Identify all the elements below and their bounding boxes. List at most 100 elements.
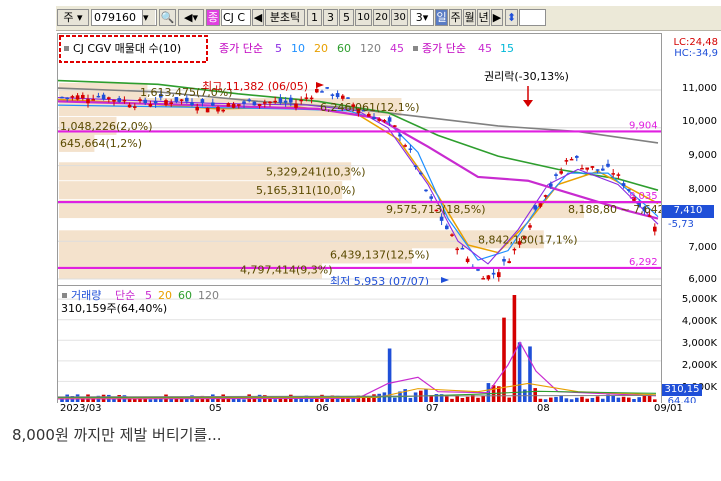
volume-axis: 5,000K 4,000K 3,000K 2,000K 1,000K 310,1…: [662, 285, 721, 407]
candle-body: [424, 189, 428, 192]
vol-tick-4000k: 4,000K: [681, 316, 717, 327]
volume-bar: [559, 395, 563, 402]
interval-button-5[interactable]: 5: [339, 9, 354, 26]
candle-body: [569, 158, 574, 161]
candle-body: [346, 97, 350, 99]
arrow-up-down-icon: ⬍: [506, 11, 517, 24]
speaker-dropdown[interactable]: ◀▾: [178, 9, 204, 26]
candle-body: [502, 259, 506, 262]
tick-type-button[interactable]: 분초틱: [265, 9, 305, 26]
y-tick-8000: 8,000: [688, 184, 717, 195]
stock-chart-window: 주 ▾ 079160 ▾ 🔍 ◀▾ 종 CJ C ◀ 분초틱 1 3 5 10 …: [56, 6, 721, 416]
volume-bar: [637, 397, 641, 402]
support-line-label: 9,904: [629, 120, 658, 131]
candle-body: [273, 100, 277, 103]
volume-profile-label: 9,575,713(18,5%): [386, 203, 486, 216]
volume-bar: [294, 398, 298, 402]
period-label: 주: [63, 11, 74, 24]
candle-body: [96, 95, 101, 98]
sort-button[interactable]: ⬍: [505, 9, 518, 26]
interval-button-10[interactable]: 10: [355, 9, 372, 26]
volume-bar: [445, 396, 449, 402]
volume-bar: [408, 397, 413, 402]
volume-profile-label: 1,048,226(2,0%): [60, 120, 153, 133]
candle-body: [138, 99, 142, 101]
x-tick-08: 08: [537, 403, 550, 414]
period-dropdown[interactable]: 주 ▾: [57, 9, 89, 26]
legend-ma-period: 60: [337, 42, 351, 55]
volume-bar: [647, 395, 652, 402]
next-button[interactable]: ▶: [491, 9, 503, 26]
volume-bar: [273, 399, 277, 402]
y-tick-10000: 10,000: [682, 116, 717, 127]
current-volume-badge: 310,15: [662, 384, 702, 396]
x-tick-06: 06: [316, 403, 329, 414]
candle-body: [616, 174, 621, 176]
candle-body: [497, 272, 501, 278]
volume-legend-period: 60: [178, 289, 192, 302]
candle-body: [606, 163, 610, 167]
x-tick-07: 07: [426, 403, 439, 414]
volume-bar: [653, 399, 657, 402]
prev-button[interactable]: ◀: [252, 9, 264, 26]
count-input[interactable]: [519, 9, 546, 26]
candle-body: [205, 107, 210, 113]
candle-body: [486, 275, 491, 280]
legend-ma-period: 10: [291, 42, 305, 55]
period-button-day[interactable]: 일: [435, 9, 448, 26]
legend-ma-period: 20: [314, 42, 328, 55]
volume-bar: [585, 398, 589, 402]
volume-bar: [502, 317, 506, 402]
interval-dropdown[interactable]: 3▾: [410, 9, 434, 26]
candle-body: [133, 106, 137, 108]
volume-bar: [595, 396, 600, 402]
candle-body: [393, 125, 397, 127]
volume-bar: [554, 396, 558, 402]
chevron-down-icon: ▾: [142, 10, 155, 25]
search-button[interactable]: 🔍: [159, 9, 176, 26]
profile-range-note: 8,188,80 ~ 7,642,60: [568, 203, 661, 216]
chevron-down-icon: ▾: [73, 11, 83, 24]
candle-body: [611, 173, 615, 175]
volume-bar: [549, 397, 553, 402]
candle-body: [237, 104, 241, 106]
period-button-month[interactable]: 월: [463, 9, 476, 26]
candle-body: [70, 96, 75, 98]
legend-ma-period: 45: [390, 42, 404, 55]
x-tick-05: 05: [209, 403, 222, 414]
price-axis: LC:24,48 HC:-34,9 11,000 10,000 9,000 8,…: [662, 33, 721, 285]
interval-button-20[interactable]: 20: [373, 9, 390, 26]
candle-body: [528, 225, 532, 228]
candle-body: [86, 98, 90, 104]
candle-body: [190, 102, 194, 106]
legend2-period: 45: [478, 42, 492, 55]
candle-body: [242, 101, 246, 104]
volume-bar: [590, 397, 595, 402]
candle-body: [278, 98, 283, 103]
candle-body: [195, 107, 199, 111]
interval-button-30[interactable]: 30: [391, 9, 408, 26]
candle-body: [153, 100, 158, 104]
vol-tick-5000k: 5,000K: [681, 294, 717, 305]
interval-button-3[interactable]: 3: [323, 9, 338, 26]
candle-body: [164, 100, 168, 105]
interval-button-1[interactable]: 1: [307, 9, 322, 26]
candle-body: [564, 160, 569, 162]
candle-body: [320, 91, 324, 93]
period-button-year[interactable]: 년: [477, 9, 490, 26]
x-axis: 2023/03 05 06 07 08 09/01: [57, 403, 721, 416]
x-tick-09: 09/01: [654, 403, 683, 414]
volume-bar: [642, 395, 647, 402]
candle-body: [533, 205, 537, 210]
period-button-week[interactable]: 주: [449, 9, 462, 26]
speaker-icon: ◀: [184, 11, 193, 24]
candle-body: [372, 116, 376, 120]
legend-ma-period: 5: [275, 42, 282, 55]
candle-body: [122, 99, 127, 102]
stock-code-input[interactable]: 079160 ▾: [91, 9, 157, 26]
candle-body: [445, 225, 449, 230]
legend-square-icon: [64, 46, 69, 51]
high-price-note: 최고 11,382 (06/05): [202, 80, 308, 93]
volume-bar: [538, 398, 543, 402]
candle-body: [601, 168, 605, 171]
